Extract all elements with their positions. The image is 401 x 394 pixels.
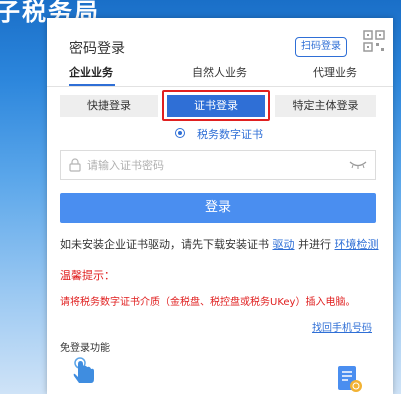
tab-agent[interactable]: 代理业务	[313, 64, 357, 80]
driver-download-link[interactable]: 驱动	[273, 238, 295, 251]
subtab-special-entity-login[interactable]: 特定主体登录	[275, 95, 376, 117]
certificate-icon[interactable]	[335, 364, 363, 394]
tip-title: 温馨提示：	[60, 269, 115, 282]
annotation-highlight	[162, 90, 270, 121]
driver-notice: 如未安装企业证书驱动，请先下载安装证书 驱动 并进行 环境检测	[60, 236, 379, 252]
lock-icon	[69, 158, 81, 172]
certificate-password-field	[60, 150, 376, 180]
login-button[interactable]: 登录	[60, 193, 376, 223]
business-tabs: 企业业务 自然人业务 代理业务	[47, 64, 393, 86]
radio-label: 税务数字证书	[197, 128, 263, 141]
eye-closed-icon[interactable]	[349, 160, 367, 170]
free-login-label: 免登录功能	[60, 343, 110, 354]
tip-text: 请将税务数字证书介质（金税盘、税控盘或税务UKey）插入电脑。	[60, 297, 356, 308]
tap-hand-icon[interactable]	[69, 355, 99, 385]
tabs-divider	[47, 86, 393, 87]
certificate-password-input[interactable]	[87, 151, 337, 179]
login-panel: 密码登录 扫码登录 企业业务 自然人业务 代理业务 快捷登录 证书登录 特定主体…	[47, 18, 393, 394]
environment-check-link[interactable]: 环境检测	[335, 238, 379, 251]
panel-title: 密码登录	[69, 41, 125, 57]
find-phone-link[interactable]: 找回手机号码	[312, 319, 372, 334]
qr-login-button[interactable]: 扫码登录	[295, 37, 347, 57]
notice-prefix: 如未安装企业证书驱动，请先下载安装证书	[60, 238, 269, 251]
tab-enterprise[interactable]: 企业业务	[69, 64, 113, 80]
subtab-quick-login[interactable]: 快捷登录	[60, 95, 158, 117]
tab-individual[interactable]: 自然人业务	[192, 64, 247, 80]
notice-middle: 并进行	[298, 238, 331, 251]
qr-code-icon[interactable]	[363, 30, 385, 52]
radio-selected-icon[interactable]	[175, 128, 185, 138]
